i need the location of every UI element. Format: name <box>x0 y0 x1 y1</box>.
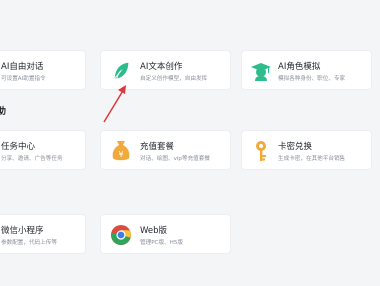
card-ai-chat[interactable]: AI自由对话 可设置AI助置指令 <box>0 50 86 90</box>
chrome-icon <box>111 225 131 245</box>
feather-icon <box>113 62 129 80</box>
card-title: 任务中心 <box>1 142 36 152</box>
card-ai-role[interactable]: AI角色模拟 模拟各种身份、职位、专家 <box>241 50 372 90</box>
card-desc: 生成卡密，在其他平台销售 <box>278 156 346 162</box>
card-redeem[interactable]: 卡密兑换 生成卡密，在其他平台销售 <box>241 130 372 170</box>
key-icon <box>256 141 266 161</box>
card-title: AI文本创作 <box>140 62 183 72</box>
card-title: AI角色模拟 <box>278 62 321 72</box>
money-bag-icon: ¥ <box>112 141 130 161</box>
graduate-icon <box>251 63 271 81</box>
section-heading: 助 <box>0 107 7 117</box>
svg-text:¥: ¥ <box>118 150 123 159</box>
card-miniapp[interactable]: 微信小程序 参数配置，代码上传等 <box>0 214 86 254</box>
card-tasks[interactable]: 任务中心 分享、邀请、广告等任务 <box>0 130 86 170</box>
card-title: Web版 <box>140 226 168 236</box>
card-recharge[interactable]: ¥ 充值套餐 对话、绘图、vip等充值套餐 <box>100 130 231 170</box>
card-title: 充值套餐 <box>140 142 175 152</box>
card-desc: 分享、邀请、广告等任务 <box>1 156 63 162</box>
card-title: AI自由对话 <box>1 62 44 72</box>
card-desc: 管理PC版、H5版 <box>140 240 184 246</box>
card-desc: 可设置AI助置指令 <box>1 76 46 82</box>
annotation-arrow <box>103 85 126 123</box>
top-bar <box>0 0 380 44</box>
card-web[interactable]: Web版 管理PC版、H5版 <box>100 214 231 254</box>
card-desc: 自定义创作模型，自由发挥 <box>140 76 208 82</box>
card-desc: 模拟各种身份、职位、专家 <box>278 76 346 82</box>
card-desc: 参数配置，代码上传等 <box>1 240 57 246</box>
card-title: 卡密兑换 <box>278 142 313 152</box>
card-desc: 对话、绘图、vip等充值套餐 <box>140 156 210 162</box>
card-title: 微信小程序 <box>1 226 44 236</box>
